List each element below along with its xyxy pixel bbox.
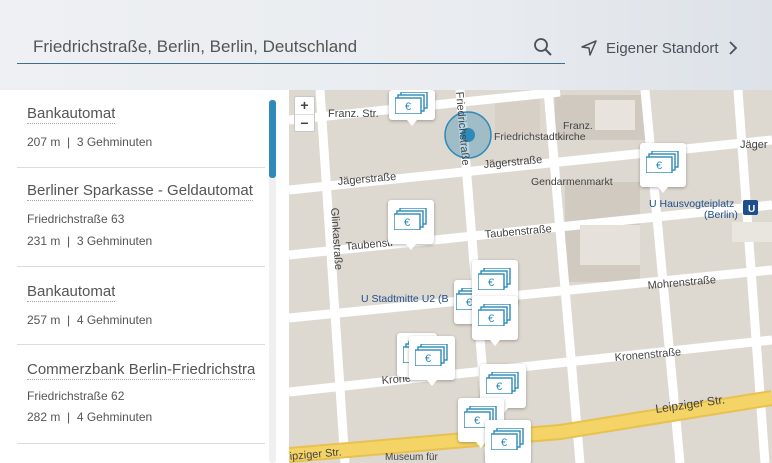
atm-marker[interactable]: € [640, 143, 686, 193]
zoom-in-button[interactable]: + [295, 97, 314, 114]
map-label: Jäger [740, 139, 768, 151]
chevron-right-icon [728, 41, 737, 55]
zoom-out-button[interactable]: − [295, 114, 314, 132]
result-address: Friedrichstraße 63 [27, 212, 125, 226]
search-icon[interactable] [533, 37, 553, 57]
euro-banknote-icon: € [478, 268, 511, 290]
map-label: Friedrichstadtkirche [494, 131, 586, 143]
atm-marker[interactable]: € [409, 336, 455, 386]
result-meta: 207 m | 3 Gehminuten [27, 135, 153, 149]
map-label: Franz. [563, 120, 593, 132]
atm-marker[interactable]: € [389, 90, 435, 126]
navigation-arrow-icon [581, 40, 597, 56]
result-meta: 257 m | 4 Gehminuten [27, 313, 153, 327]
list-item[interactable]: Bankautomat 257 m | 4 Gehminuten [17, 283, 265, 345]
map-label: Gendarmenmarkt [531, 176, 613, 188]
svg-text:€: € [501, 437, 507, 449]
svg-text:€: € [656, 160, 662, 172]
list-item[interactable]: Berliner Sparkasse - Geldautomat Friedri… [17, 182, 265, 267]
map[interactable]: Franz. Str. Friedrichstraße Friedrichsta… [289, 90, 772, 463]
scrollbar-thumb[interactable] [269, 100, 276, 178]
result-address: Friedrichstraße 62 [27, 389, 125, 403]
atm-marker[interactable]: € [472, 296, 518, 346]
list-item[interactable]: Commerzbank Berlin-Friedrichstraße Fried… [17, 361, 265, 444]
svg-text:€: € [405, 101, 411, 113]
result-name[interactable]: Bankautomat [27, 105, 116, 124]
search-input[interactable] [33, 36, 513, 58]
euro-banknote-icon: € [478, 304, 511, 326]
list-item[interactable]: Bankautomat 207 m | 3 Gehminuten [17, 105, 265, 168]
euro-banknote-icon: € [415, 344, 448, 366]
map-canvas[interactable]: Franz. Str. Friedrichstraße Friedrichsta… [289, 90, 772, 463]
header: Eigener Standort [0, 0, 772, 90]
result-meta: 282 m | 4 Gehminuten [27, 410, 153, 424]
euro-banknote-icon: € [646, 151, 679, 173]
svg-text:€: € [425, 353, 431, 365]
svg-text:€: € [488, 313, 494, 325]
result-name[interactable]: Commerzbank Berlin-Friedrichstraße [27, 361, 255, 380]
svg-text:€: € [488, 277, 494, 289]
result-name[interactable]: Berliner Sparkasse - Geldautomat [27, 182, 253, 201]
results-list[interactable]: Bankautomat 207 m | 3 Gehminuten Berline… [0, 90, 289, 463]
map-label: U [748, 204, 755, 215]
map-label: Museum für [385, 452, 438, 463]
svg-text:€: € [404, 217, 410, 229]
svg-text:€: € [474, 415, 480, 427]
zoom-control: + − [294, 96, 315, 132]
map-label: (Berlin) [704, 209, 738, 221]
euro-banknote-icon: € [486, 372, 519, 394]
scrollbar[interactable] [269, 100, 276, 463]
atm-marker[interactable]: € [388, 200, 434, 250]
euro-banknote-icon: € [395, 92, 428, 114]
euro-banknote-icon: € [394, 208, 427, 230]
euro-banknote-icon: € [491, 428, 524, 450]
result-meta: 231 m | 3 Gehminuten [27, 234, 153, 248]
search-box[interactable] [17, 30, 565, 64]
atm-marker[interactable]: € [485, 420, 531, 463]
svg-text:€: € [496, 381, 502, 393]
own-location-label: Eigener Standort [606, 39, 719, 57]
result-name[interactable]: Bankautomat [27, 283, 116, 302]
map-label: Franz. Str. [328, 108, 379, 120]
map-label: U Stadtmitte U2 (B [361, 293, 449, 305]
own-location-button[interactable]: Eigener Standort [580, 37, 738, 59]
